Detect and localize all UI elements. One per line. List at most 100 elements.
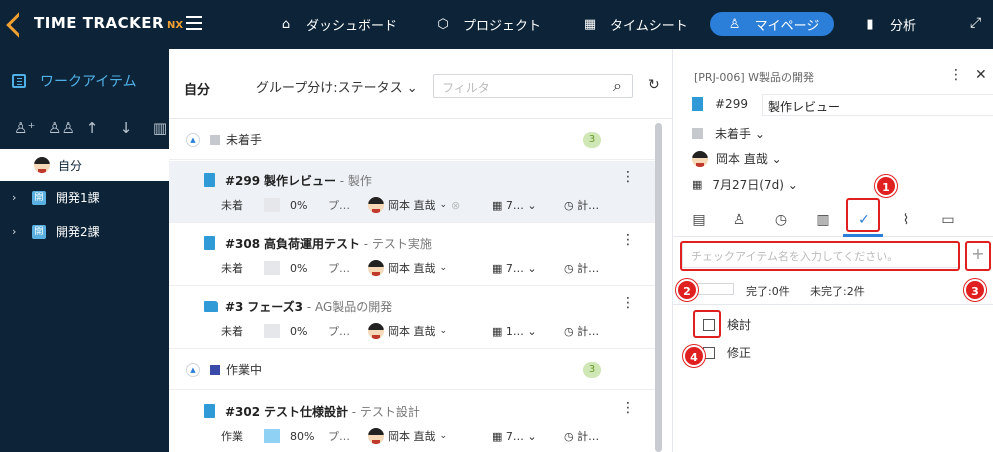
tab-comment-icon[interactable]: ▭	[937, 209, 959, 231]
nav-dashboard[interactable]: ⌂ ダッシュボード	[276, 12, 397, 36]
search-icon[interactable]: ⌕	[613, 76, 622, 96]
checklist-progress-bar	[694, 283, 734, 295]
item-title[interactable]: #299 製作レビュー - 製作	[225, 172, 372, 189]
filter-input[interactable]: フィルタ	[433, 74, 633, 98]
sidebar-item-self[interactable]: 自分	[0, 149, 169, 181]
assignee[interactable]: 岡本 直哉 ⌄	[368, 323, 468, 339]
list-item[interactable]: #308 高負荷運用テスト - テスト実施 ⋮ 未着 0% プ… 岡本 直哉 ⌄ …	[169, 224, 659, 286]
chevron-down-icon: ⌄	[406, 81, 418, 96]
progress-text[interactable]: 0%	[290, 325, 320, 338]
calendar-icon: ▦	[492, 198, 506, 212]
detail-name-field[interactable]: 製作レビュー	[762, 94, 993, 116]
group-badge-icon: 開	[32, 224, 46, 239]
annotation-box-2	[680, 241, 960, 271]
collapse-toggle-icon[interactable]: ▲	[186, 362, 200, 377]
item-title[interactable]: #3 フェーズ3 - AG製品の開発	[225, 298, 392, 315]
more-icon[interactable]: ⋮	[621, 400, 635, 416]
progress-text[interactable]: 0%	[290, 262, 320, 275]
list-item[interactable]: #302 テスト仕様設計 - テスト設計 ⋮ 作業 80% プ… 岡本 直哉 ⌄ …	[169, 392, 659, 452]
document-icon	[204, 236, 215, 250]
progress-box	[264, 198, 280, 212]
tab-attachment-icon[interactable]: ⌇	[895, 209, 917, 231]
status-group-label: 作業中	[226, 363, 263, 377]
checklist-item[interactable]: 修正	[703, 344, 751, 361]
detail-id-row: #299	[692, 97, 748, 111]
more-icon[interactable]: ⋮	[621, 169, 635, 185]
assignee[interactable]: 岡本 直哉 ⌄ ⊗	[368, 197, 468, 213]
sidebar-group-dev1[interactable]: › 開 開発1課	[12, 189, 100, 206]
tab-record-icon[interactable]: ▥	[812, 209, 834, 231]
date-field[interactable]: ▦ 1… ⌄	[492, 325, 552, 338]
list-scrollbar[interactable]	[655, 123, 662, 452]
breadcrumb[interactable]: [PRJ-006] W製品の開発	[694, 69, 814, 85]
nav-mypage[interactable]: ♙ マイページ	[710, 12, 834, 36]
sidebar-item-label: 自分	[58, 158, 83, 173]
list-item[interactable]: #3 フェーズ3 - AG製品の開発 ⋮ 未着 0% プ… 岡本 直哉 ⌄ ▦ 1…	[169, 287, 659, 349]
collapse-toggle-icon[interactable]: ▲	[186, 132, 200, 147]
expand-icon[interactable]: ⤢	[970, 15, 981, 31]
clear-icon[interactable]: ⊗	[451, 199, 460, 212]
status-text[interactable]: 未着	[221, 197, 246, 213]
status-group-row[interactable]: ▲ 未着手 3	[169, 120, 659, 160]
plan-field[interactable]: ◷ 計…	[564, 260, 599, 276]
clock-icon: ◷	[564, 199, 578, 212]
arrow-down-icon[interactable]: ↓	[116, 119, 136, 137]
workitem-list: 自分 グループ分け:ステータス ⌄ フィルタ ⌕ ↻ ▲ 未着手 3 #299 …	[169, 49, 672, 452]
date-field[interactable]: ▦ 7… ⌄	[492, 262, 552, 275]
group-by-dropdown[interactable]: グループ分け:ステータス ⌄	[256, 77, 418, 96]
nav-mypage-label: マイページ	[754, 18, 820, 34]
sidebar-group-dev2[interactable]: › 開 開発2課	[12, 223, 100, 240]
more-icon[interactable]: ⋮	[621, 295, 635, 311]
status-text[interactable]: 未着	[221, 260, 246, 276]
refresh-icon[interactable]: ↻	[648, 77, 660, 93]
list-item[interactable]: #299 製作レビュー - 製作 ⋮ 未着 0% プ… 岡本 直哉 ⌄ ⊗ ▦ 7……	[169, 161, 659, 223]
active-tab-indicator	[843, 234, 883, 237]
detail-assignee[interactable]: 岡本 直哉 ⌄	[692, 150, 782, 167]
avatar	[368, 323, 384, 339]
nav-analysis[interactable]: ▮ 分析	[860, 12, 916, 36]
progress-text[interactable]: 0%	[290, 199, 320, 212]
menu-icon[interactable]	[186, 16, 202, 30]
status-text[interactable]: 未着	[221, 323, 246, 339]
plan-field[interactable]: ◷ 計…	[564, 197, 599, 213]
sidebar-title[interactable]: ワークアイテム	[12, 71, 137, 91]
sidebar: ワークアイテム ♙⁺ ♙♙ ↑ ↓ ▥ 自分 › 開 開発1課 › 開 開発2課	[0, 49, 169, 452]
group-icon[interactable]: ♙♙	[48, 119, 75, 137]
tab-description-icon[interactable]: ▤	[688, 209, 710, 231]
add-user-icon[interactable]: ♙⁺	[14, 119, 35, 137]
assignee[interactable]: 岡本 直哉 ⌄	[368, 428, 468, 444]
more-icon[interactable]: ⋮	[621, 232, 635, 248]
status-text[interactable]: 作業	[221, 428, 246, 444]
bar-chart-icon: ▮	[866, 16, 874, 32]
detail-status[interactable]: 未着手 ⌄	[692, 125, 765, 142]
item-title[interactable]: #302 テスト仕様設計 - テスト設計	[225, 403, 420, 420]
status-group-row[interactable]: ▲ 作業中 3	[169, 350, 659, 390]
arrow-up-icon[interactable]: ↑	[82, 119, 102, 137]
date-field[interactable]: ▦ 7… ⌄	[492, 199, 552, 212]
date-field[interactable]: ▦ 7… ⌄	[492, 430, 552, 443]
avatar	[368, 197, 384, 213]
nav-project[interactable]: ⬡ プロジェクト	[433, 12, 541, 36]
app-logo[interactable]: TIME TRACKER NX	[10, 14, 183, 32]
assignee[interactable]: 岡本 直哉 ⌄	[368, 260, 468, 276]
status-color-swatch	[692, 128, 703, 139]
sidebar-group-label: 開発2課	[56, 225, 100, 239]
more-icon[interactable]: ⋮	[949, 67, 963, 83]
trash-icon[interactable]: ▥	[150, 119, 170, 137]
checklist-item-label: 検討	[727, 318, 752, 332]
checklist-undone-count: 未完了:2件	[810, 285, 865, 298]
checklist-done-count: 完了:0件	[746, 285, 790, 298]
tab-time-icon[interactable]: ◷	[770, 209, 792, 231]
plan-field[interactable]: ◷ 計…	[564, 323, 599, 339]
nav-timesheet[interactable]: ▦ タイムシート	[580, 12, 688, 36]
group-badge-icon: 開	[32, 190, 46, 205]
tab-assignee-icon[interactable]: ♙	[728, 209, 750, 231]
close-icon[interactable]: ✕	[975, 67, 987, 83]
progress-text[interactable]: 80%	[290, 430, 320, 443]
chevron-right-icon[interactable]: ›	[12, 191, 22, 204]
detail-date[interactable]: ▦ 7月27日(7d) ⌄	[692, 176, 798, 193]
chevron-right-icon[interactable]: ›	[12, 225, 22, 238]
item-title[interactable]: #308 高負荷運用テスト - テスト実施	[225, 235, 432, 252]
plan-field[interactable]: ◷ 計…	[564, 428, 599, 444]
cube-icon: ⬡	[437, 16, 449, 32]
